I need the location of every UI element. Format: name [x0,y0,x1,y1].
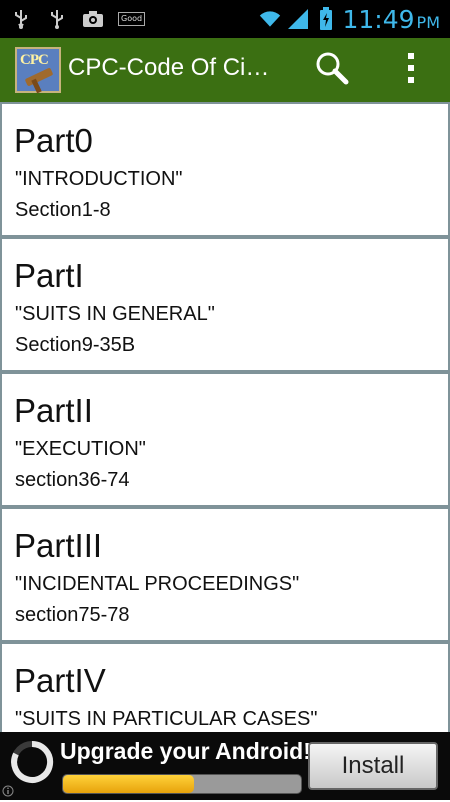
signal-icon [287,8,309,30]
ad-progress-bar [62,774,302,794]
part-sections: Section9-35B [15,334,136,356]
app-title: CPC-Code Of Ci… [68,54,270,81]
part-title: PartIV [14,662,106,699]
part-title: PartII [14,392,93,429]
system-icons: 11:49 PM [259,4,441,34]
part-subtitle: "EXECUTION" [15,438,146,460]
spinner-icon [10,740,54,784]
part-sections: section75-78 [15,604,130,626]
parts-list[interactable]: Part0 "INTRODUCTION" Section1-8 PartI "S… [0,102,450,732]
search-button[interactable] [312,50,352,90]
install-button[interactable]: Install [308,742,438,790]
usb-icon [10,8,32,30]
action-bar: CPC CPC-Code Of Ci… [0,38,450,102]
ad-headline: Upgrade your Android! [60,738,311,764]
list-item-partiii[interactable]: PartIII "INCIDENTAL PROCEEDINGS" section… [2,509,448,640]
ad-progress-fill [63,775,194,793]
part-sections: section36-74 [15,469,130,491]
clock-ampm: PM [416,12,440,32]
usb-icon [46,8,68,30]
info-icon[interactable] [2,784,14,797]
part-subtitle: "INCIDENTAL PROCEEDINGS" [15,573,300,595]
app-logo[interactable]: CPC [15,47,61,94]
overflow-menu-button[interactable] [396,50,426,90]
list-item-partii[interactable]: PartII "EXECUTION" section36-74 [2,374,448,505]
app-logo-text: CPC [20,52,49,68]
part-subtitle: "SUITS IN PARTICULAR CASES" [15,708,318,730]
part-title: PartI [14,257,84,294]
part-subtitle: "SUITS IN GENERAL" [15,303,215,325]
clock: 11:49 PM [343,5,441,34]
part-subtitle: "INTRODUCTION" [15,168,183,190]
part-title: PartIII [14,527,103,564]
wifi-icon [259,8,281,30]
camera-icon [82,8,104,30]
clock-time: 11:49 [342,4,415,34]
search-icon [315,51,349,90]
good-icon: Good [118,12,146,26]
gavel-icon [24,67,54,87]
ad-banner[interactable]: Upgrade your Android! Install [0,732,450,800]
list-item-part0[interactable]: Part0 "INTRODUCTION" Section1-8 [2,104,448,235]
overflow-menu-icon [406,51,416,90]
battery-icon [315,7,337,30]
notification-icons: Good [10,6,146,32]
list-item-partiv[interactable]: PartIV "SUITS IN PARTICULAR CASES" [2,644,448,732]
list-item-parti[interactable]: PartI "SUITS IN GENERAL" Section9-35B [2,239,448,370]
part-sections: Section1-8 [15,199,111,221]
part-title: Part0 [14,122,93,159]
status-bar: Good 11:49 PM [0,0,450,38]
